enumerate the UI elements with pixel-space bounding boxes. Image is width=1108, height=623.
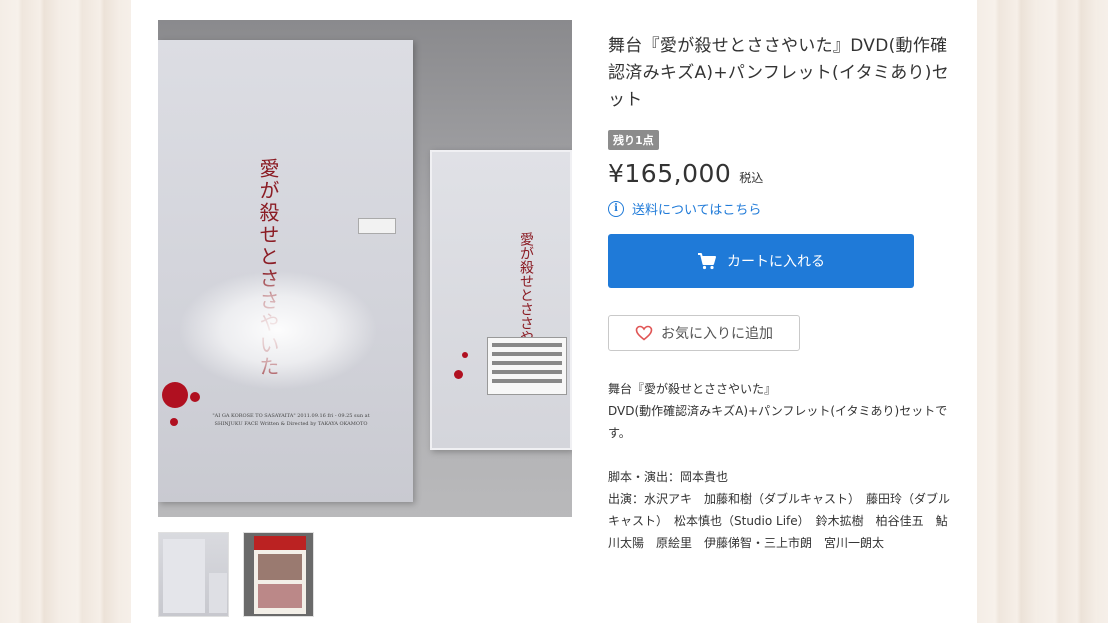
heart-icon [635,325,653,341]
add-to-favorites-label: お気に入りに追加 [661,326,773,342]
description-line: 舞台『愛が殺せとささやいた』 [608,382,777,396]
product-title: 舞台『愛が殺せとささやいた』DVD(動作確認済みキズA)+パンフレット(イタミあ… [608,36,950,110]
pamphlet-sticker [358,218,396,234]
price: ¥165,000 [608,159,732,188]
thumbnail-2[interactable] [243,532,314,617]
stock-badge: 残り1点 [608,130,659,150]
product-info: 舞台『愛が殺せとささやいた』 DVD(動作確認済みキズA)+パンフレット(イタミあ… [608,33,953,554]
price-row: ¥165,000 税込 [608,159,953,188]
background-right [977,0,1108,623]
blood-drop [170,418,178,426]
blood-drop [190,392,200,402]
description-line: 出演：水沢アキ 加藤和樹（ダブルキャスト） 藤田玲（ダブルキャスト） 松本慎也（… [608,492,951,550]
dvd-case-image: 愛が殺せとささやいた [430,150,572,450]
main-product-photo[interactable]: 愛が殺せとささやいた "AI GA KOROSE TO SASAYAITA" 2… [158,20,572,517]
blood-drop [454,370,463,379]
product-description: 舞台『愛が殺せとささやいた』 DVD(動作確認済みキズA)+パンフレット(イタミ… [608,378,953,554]
add-to-cart-button[interactable]: カートに入れる [608,234,914,288]
blood-drop [462,352,468,358]
add-to-favorites-button[interactable]: お気に入りに追加 [608,315,800,351]
tax-label: 税込 [739,171,764,185]
description-line: 脚本・演出：岡本貴也 [608,470,729,484]
cart-icon [697,252,717,270]
pamphlet-credits: "AI GA KOROSE TO SASAYAITA" 2011.09.16 f… [212,413,370,427]
blood-drop [162,382,188,408]
plastic-glare [178,270,378,390]
shipping-link-label: 送料についてはこちら [632,203,762,218]
description-line: DVD(動作確認済みキズA)+パンフレット(イタミあり)セットです。 [608,404,948,440]
pamphlet-image: 愛が殺せとささやいた "AI GA KOROSE TO SASAYAITA" 2… [158,40,413,502]
thumbnail-pamphlet [163,539,205,613]
thumbnail-dvd [209,573,227,613]
thumbnail-1[interactable] [158,532,229,617]
dvd-label-sticker [487,337,567,395]
thumbnail-back-cover [254,536,306,614]
info-icon: i [608,200,624,217]
product-card: 愛が殺せとささやいた "AI GA KOROSE TO SASAYAITA" 2… [131,0,977,623]
background-left [0,0,131,623]
add-to-cart-label: カートに入れる [727,254,825,270]
shipping-info-link[interactable]: i 送料についてはこちら [608,199,953,218]
